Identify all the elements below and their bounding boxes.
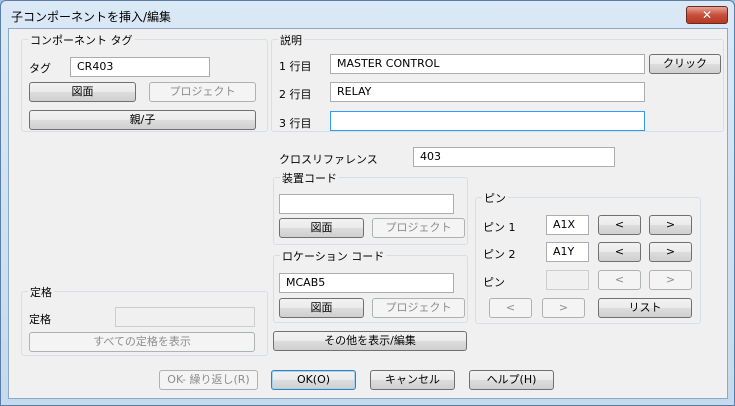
- cancel-button[interactable]: キャンセル: [370, 370, 455, 390]
- rating-label: 定格: [29, 313, 51, 326]
- description-line2-label: 2 行目: [279, 88, 312, 101]
- tag-drawing-button[interactable]: 図面: [29, 82, 136, 102]
- dialog-client-area: コンポーネント タグ タグ CR403 図面 プロジェクト 親/子 説明 1 行…: [8, 28, 728, 399]
- chevron-left-icon: <: [614, 218, 625, 231]
- close-icon: ✕: [701, 8, 713, 22]
- pin3-input[interactable]: [546, 270, 589, 290]
- chevron-left-icon: <: [614, 245, 625, 258]
- location-drawing-button[interactable]: 図面: [279, 298, 364, 318]
- description-line2-input[interactable]: RELAY: [330, 82, 645, 102]
- pin3-label: ピン: [483, 276, 505, 289]
- help-button[interactable]: ヘルプ(H): [469, 370, 554, 390]
- tag-input[interactable]: CR403: [70, 57, 210, 77]
- installation-code-group-title: 装置コード: [280, 170, 339, 186]
- pin2-prev-button[interactable]: <: [598, 242, 641, 262]
- cross-reference-label: クロスリファレンス: [279, 153, 378, 166]
- installation-project-button[interactable]: プロジェクト: [372, 218, 465, 238]
- pins-next-button[interactable]: >: [542, 298, 585, 318]
- rating-input[interactable]: [115, 307, 255, 327]
- pin2-label: ピン 2: [483, 248, 516, 261]
- description-line3-input[interactable]: [330, 111, 645, 131]
- show-edit-misc-button[interactable]: その他を表示/編集: [273, 331, 467, 351]
- chevron-right-icon: >: [665, 273, 676, 286]
- dialog-window: 子コンポーネントを挿入/編集 ✕ コンポーネント タグ タグ CR403 図面 …: [0, 0, 735, 406]
- description-line1-input[interactable]: MASTER CONTROL: [330, 54, 645, 74]
- chevron-right-icon: >: [665, 245, 676, 258]
- chevron-left-icon: <: [614, 273, 625, 286]
- chevron-right-icon: >: [558, 301, 569, 314]
- tag-label: タグ: [29, 62, 51, 75]
- ok-button[interactable]: OK(O): [271, 370, 356, 390]
- title-bar[interactable]: 子コンポーネントを挿入/編集 ✕: [1, 1, 734, 27]
- description-pick-button[interactable]: クリック: [649, 54, 721, 74]
- location-project-button[interactable]: プロジェクト: [372, 298, 465, 318]
- ok-repeat-button[interactable]: OK- 繰り返し(R): [159, 370, 258, 390]
- close-button[interactable]: ✕: [686, 6, 728, 24]
- chevron-right-icon: >: [665, 218, 676, 231]
- installation-drawing-button[interactable]: 図面: [279, 218, 364, 238]
- pin2-input[interactable]: A1Y: [546, 242, 589, 262]
- installation-code-input[interactable]: [279, 194, 454, 214]
- cross-reference-input[interactable]: 403: [413, 147, 615, 167]
- tag-project-button[interactable]: プロジェクト: [149, 82, 256, 102]
- rating-group-title: 定格: [28, 284, 54, 300]
- pins-prev-button[interactable]: <: [489, 298, 532, 318]
- description-line3-label: 3 行目: [279, 117, 312, 130]
- pin1-next-button[interactable]: >: [649, 215, 692, 235]
- pin3-prev-button[interactable]: <: [598, 270, 641, 290]
- parent-child-button[interactable]: 親/子: [29, 110, 256, 130]
- component-tag-group-title: コンポーネント タグ: [28, 32, 135, 48]
- pin2-next-button[interactable]: >: [649, 242, 692, 262]
- pin3-next-button[interactable]: >: [649, 270, 692, 290]
- description-line1-label: 1 行目: [279, 60, 312, 73]
- location-code-group-title: ロケーション コード: [280, 248, 387, 264]
- description-group-title: 説明: [278, 32, 304, 48]
- location-code-input[interactable]: MCAB5: [279, 273, 454, 293]
- pin1-label: ピン 1: [483, 221, 516, 234]
- pins-list-button[interactable]: リスト: [598, 298, 692, 318]
- pin1-prev-button[interactable]: <: [598, 215, 641, 235]
- window-title: 子コンポーネントを挿入/編集: [11, 10, 172, 24]
- chevron-left-icon: <: [505, 301, 516, 314]
- show-all-ratings-button[interactable]: すべての定格を表示: [29, 332, 255, 352]
- pin1-input[interactable]: A1X: [546, 215, 589, 235]
- pins-group-title: ピン: [482, 190, 508, 206]
